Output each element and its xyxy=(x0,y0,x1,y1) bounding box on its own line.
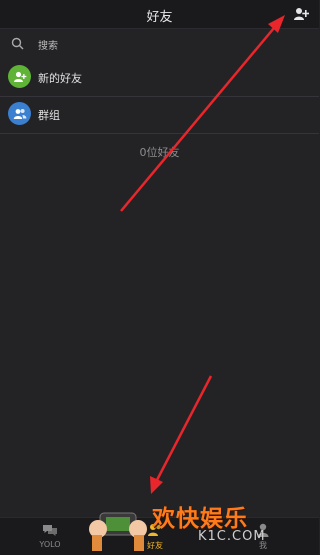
watermark-sub-text: K1C.COM xyxy=(198,529,266,544)
watermark-main-text: 欢快娱乐 xyxy=(152,506,248,532)
new-friend-icon xyxy=(8,65,31,88)
chat-icon xyxy=(43,525,57,536)
groups-label: 群组 xyxy=(38,109,60,122)
arrow-bottom xyxy=(150,375,213,494)
nav-yolo-label: YOLO xyxy=(39,540,61,549)
page-title: 好友 xyxy=(146,10,173,25)
search-input[interactable]: 搜索 xyxy=(38,37,58,52)
gamepad-hands-icon xyxy=(89,512,147,551)
add-friend-icon[interactable] xyxy=(293,6,309,22)
top-bar: 好友 xyxy=(0,0,319,29)
group-icon xyxy=(8,102,31,125)
list-item-groups[interactable]: 群组 xyxy=(0,96,319,134)
new-friends-label: 新的好友 xyxy=(38,72,82,85)
search-bar[interactable]: 搜索 xyxy=(0,28,319,58)
watermark-logo: 欢快娱乐 K1C.COM xyxy=(88,497,265,555)
friend-count: 0位好友 xyxy=(139,146,180,159)
nav-yolo[interactable]: YOLO xyxy=(20,522,80,549)
search-icon xyxy=(11,37,24,50)
list-item-new-friends[interactable]: 新的好友 xyxy=(0,59,319,97)
